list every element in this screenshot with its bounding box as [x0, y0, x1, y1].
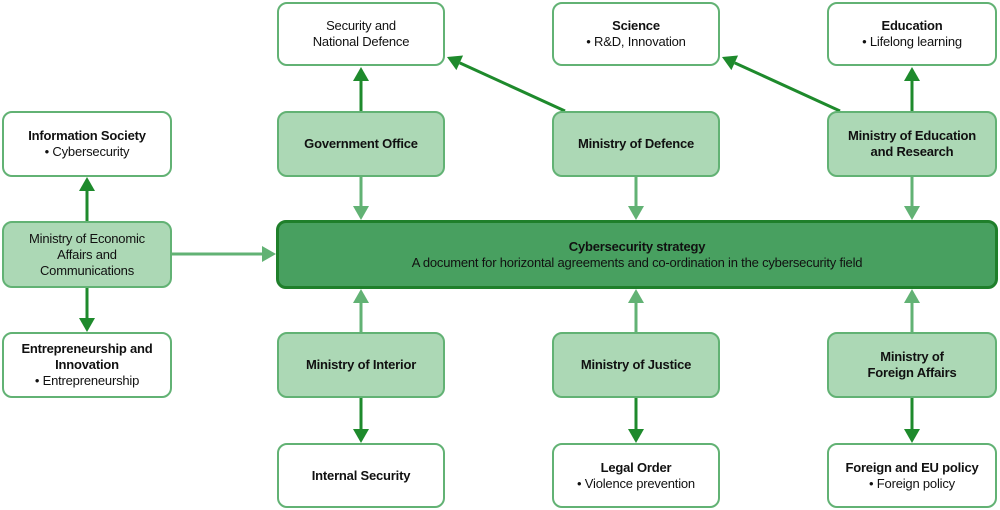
ministry-economic-affairs: Ministry of Economic Affairs and Communi…	[2, 221, 172, 288]
central-subtitle: A document for horizontal agreements and…	[411, 254, 863, 270]
arrow-to-area	[904, 398, 920, 443]
arrow-to-strategy	[628, 289, 644, 332]
area-title: Foreign and EU policy	[845, 459, 979, 475]
area-entrepreneurship: Entrepreneurship and Innovation • Entrep…	[2, 332, 172, 398]
area-title: Education	[881, 18, 943, 33]
ministry-government-office: Government Office	[277, 111, 445, 177]
area-science: Science • R&D, Innovation	[552, 2, 720, 66]
ministry-label: Ministry of Education and Research	[848, 128, 976, 159]
ministry-defence: Ministry of Defence	[552, 111, 720, 177]
area-education: Education • Lifelong learning	[827, 2, 997, 66]
central-title: Cybersecurity strategy	[568, 238, 706, 254]
arrow-defence-to-security	[447, 55, 566, 113]
area-item: • Entrepreneurship	[34, 373, 140, 388]
ministry-label: Ministry of Justice	[580, 357, 692, 372]
area-item: • R&D, Innovation	[586, 34, 686, 49]
area-title: Internal Security	[311, 467, 411, 483]
arrow-economic-to-strategy	[172, 246, 276, 262]
arrow-to-area	[628, 398, 644, 443]
area-foreign-eu-policy: Foreign and EU policy • Foreign policy	[827, 443, 997, 508]
cybersecurity-strategy-box: Cybersecurity strategy A document for ho…	[276, 220, 998, 289]
area-item: Security and National Defence	[312, 18, 410, 49]
ministry-interior: Ministry of Interior	[277, 332, 445, 398]
ministry-label: Ministry of Foreign Affairs	[867, 349, 957, 380]
ministry-label: Government Office	[304, 136, 418, 151]
arrow-to-information-society	[79, 177, 95, 221]
area-internal-security: Internal Security	[277, 443, 445, 508]
arrow-to-area	[353, 67, 369, 111]
arrow-to-strategy	[353, 177, 369, 220]
ministry-label: Ministry of Economic Affairs and Communi…	[29, 230, 145, 278]
ministry-foreign-affairs: Ministry of Foreign Affairs	[827, 332, 997, 398]
ministry-education-research: Ministry of Education and Research	[827, 111, 997, 177]
ministry-label: Ministry of Defence	[577, 136, 695, 151]
area-information-society: Information Society • Cybersecurity	[2, 111, 172, 177]
area-title: Information Society	[28, 128, 146, 143]
area-item: • Foreign policy	[869, 475, 955, 491]
arrow-to-area	[353, 398, 369, 443]
area-legal-order: Legal Order • Violence prevention	[552, 443, 720, 508]
area-item: • Violence prevention	[577, 475, 695, 491]
area-item: • Lifelong learning	[862, 34, 962, 49]
area-security-national-defence: Security and National Defence	[277, 2, 445, 66]
arrow-to-strategy	[904, 177, 920, 220]
arrow-to-strategy	[353, 289, 369, 332]
area-item: • Cybersecurity	[44, 144, 130, 159]
area-title: Entrepreneurship and Innovation	[21, 341, 153, 372]
arrow-to-area	[904, 67, 920, 111]
arrow-education-to-science	[722, 55, 841, 113]
cybersecurity-strategy-diagram: Information Society • Cybersecurity Mini…	[0, 0, 1000, 510]
arrow-to-strategy	[628, 177, 644, 220]
ministry-justice: Ministry of Justice	[552, 332, 720, 398]
arrow-to-strategy	[904, 289, 920, 332]
ministry-label: Ministry of Interior	[305, 357, 417, 372]
area-title: Science	[612, 18, 660, 33]
arrow-to-entrepreneurship	[79, 288, 95, 332]
area-title: Legal Order	[600, 459, 672, 475]
